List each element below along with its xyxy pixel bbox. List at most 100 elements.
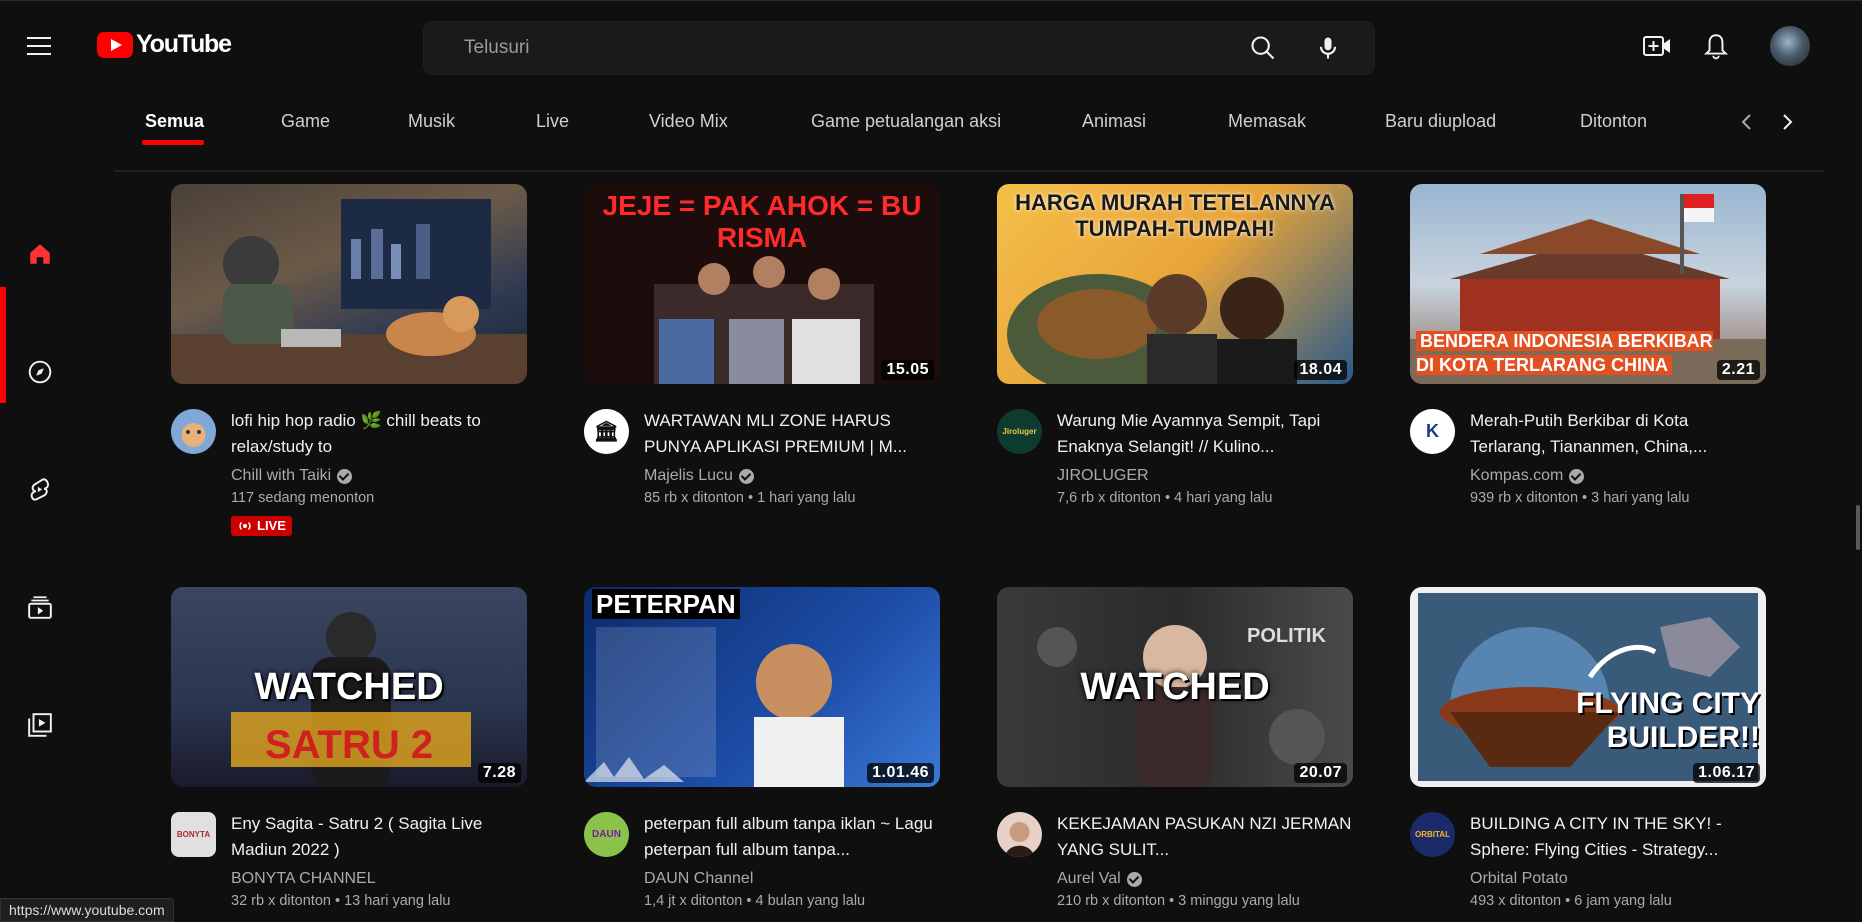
scrollbar-thumb[interactable] <box>1856 505 1860 550</box>
video-meta: 7,6 rb x ditonton • 4 hari yang lalu <box>1057 490 1273 506</box>
thumbnail-caption: FLYING CITY BUILDER!! <box>1576 687 1760 754</box>
notification-bell-icon[interactable] <box>1703 32 1729 65</box>
sidebar-item-explore[interactable] <box>0 342 79 402</box>
chips-divider <box>114 170 1824 172</box>
explore-icon <box>28 360 51 384</box>
channel-name-text: Kompas.com <box>1470 467 1564 484</box>
search-icon[interactable] <box>1249 34 1277 62</box>
channel-name[interactable]: Chill with Taiki <box>231 467 353 485</box>
live-label: LIVE <box>257 518 286 533</box>
channel-name-text: DAUN Channel <box>644 870 754 887</box>
watched-overlay: WATCHED <box>1080 665 1270 708</box>
verified-icon <box>1569 468 1585 484</box>
shorts-icon <box>30 478 49 501</box>
account-avatar[interactable] <box>1770 26 1810 66</box>
library-icon <box>27 713 52 737</box>
live-broadcast-icon <box>239 522 251 530</box>
live-badge: LIVE <box>231 516 292 536</box>
video-title[interactable]: peterpan full album tanpa iklan ~ Lagu p… <box>644 811 940 863</box>
channel-avatar[interactable]: K <box>1410 409 1455 454</box>
channel-name[interactable]: DAUN Channel <box>644 870 753 888</box>
channel-avatar[interactable]: ORBITAL <box>1410 812 1455 857</box>
thumbnail-art <box>171 199 527 384</box>
verified-icon <box>1126 871 1142 887</box>
thumbnail-caption-text: BENDERA INDONESIA BERKIBAR DI KOTA TERLA… <box>1416 331 1713 375</box>
subscriptions-icon <box>27 596 52 619</box>
channel-avatar[interactable]: Jiroluger <box>997 409 1042 454</box>
video-title[interactable]: Eny Sagita - Satru 2 ( Sagita Live Madiu… <box>231 811 527 863</box>
video-thumbnail[interactable] <box>171 184 527 384</box>
search-input[interactable] <box>424 22 1184 74</box>
chip-scroll-left-icon[interactable] <box>1735 110 1759 134</box>
video-thumbnail[interactable]: BENDERA INDONESIA BERKIBAR DI KOTA TERLA… <box>1410 184 1766 384</box>
sidebar-item-subscriptions[interactable] <box>0 577 79 637</box>
channel-name[interactable]: Majelis Lucu <box>644 467 754 485</box>
video-duration: 15.05 <box>881 360 934 380</box>
sidebar <box>0 92 79 922</box>
channel-name[interactable]: Orbital Potato <box>1470 870 1568 888</box>
video-thumbnail[interactable]: PETERPAN 1.01.46 <box>584 587 940 787</box>
search-bar <box>423 21 1375 75</box>
create-video-icon[interactable] <box>1642 33 1672 64</box>
channel-name-text: Chill with Taiki <box>231 467 332 484</box>
chip-video-mix[interactable]: Video Mix <box>649 100 728 142</box>
youtube-logo[interactable]: YouTube <box>97 30 232 59</box>
channel-avatar[interactable]: 🏛 <box>584 409 629 454</box>
channel-avatar[interactable] <box>997 812 1042 857</box>
chip-animasi[interactable]: Animasi <box>1082 100 1146 142</box>
video-title[interactable]: lofi hip hop radio 🌿 chill beats to rela… <box>231 408 527 460</box>
video-thumbnail[interactable]: POLITIK WATCHED 20.07 <box>997 587 1353 787</box>
video-thumbnail[interactable]: HARGA MURAH TETELANNYA TUMPAH-TUMPAH! 18… <box>997 184 1353 384</box>
thumbnail-caption: BENDERA INDONESIA BERKIBAR DI KOTA TERLA… <box>1416 329 1716 377</box>
channel-name[interactable]: Kompas.com <box>1470 467 1585 485</box>
home-icon <box>29 244 50 264</box>
chip-live[interactable]: Live <box>536 100 569 142</box>
video-meta: 939 rb x ditonton • 3 hari yang lalu <box>1470 490 1690 506</box>
channel-name-text: Majelis Lucu <box>644 467 733 484</box>
channel-avatar[interactable]: BONYTA <box>171 812 216 857</box>
chip-active-underline <box>142 140 204 145</box>
video-meta: 210 rb x ditonton • 3 minggu yang lalu <box>1057 893 1300 909</box>
microphone-icon[interactable] <box>1314 34 1342 62</box>
channel-name-text: Aurel Val <box>1057 870 1121 887</box>
chip-musik[interactable]: Musik <box>408 100 455 142</box>
thumbnail-caption: JEJE = PAK AHOK = BU RISMA <box>602 190 922 253</box>
chip-memasak[interactable]: Memasak <box>1228 100 1306 142</box>
chip-scroll-right-icon[interactable] <box>1775 110 1799 134</box>
video-thumbnail[interactable]: JEJE = PAK AHOK = BU RISMA 15.05 <box>584 184 940 384</box>
video-title[interactable]: WARTAWAN MLI ZONE HARUS PUNYA APLIKASI P… <box>644 408 940 460</box>
video-duration: 1.06.17 <box>1693 763 1760 783</box>
chip-baru-diupload[interactable]: Baru diupload <box>1385 100 1496 142</box>
video-meta: 32 rb x ditonton • 13 hari yang lalu <box>231 893 451 909</box>
thumbnail-caption: HARGA MURAH TETELANNYA TUMPAH-TUMPAH! <box>1015 190 1335 241</box>
video-thumbnail[interactable]: FLYING CITY BUILDER!! 1.06.17 <box>1410 587 1766 787</box>
video-duration: 7.28 <box>477 763 521 783</box>
channel-name[interactable]: BONYTA CHANNEL <box>231 870 376 888</box>
video-meta: 85 rb x ditonton • 1 hari yang lalu <box>644 490 856 506</box>
menu-icon[interactable] <box>22 31 56 61</box>
chip-game-petualangan-aksi[interactable]: Game petualangan aksi <box>811 100 1001 142</box>
video-duration: 2.21 <box>1716 360 1760 380</box>
chip-ditonton[interactable]: Ditonton <box>1580 100 1647 142</box>
video-meta: 1,4 jt x ditonton • 4 bulan yang lalu <box>644 893 866 909</box>
status-bar-url: https://www.youtube.com <box>0 898 174 922</box>
channel-avatar[interactable] <box>171 409 216 454</box>
video-title[interactable]: BUILDING A CITY IN THE SKY! - Sphere: Fl… <box>1470 811 1766 863</box>
video-meta: 117 sedang menonton <box>231 490 375 506</box>
channel-name[interactable]: JIROLUGER <box>1057 467 1149 485</box>
video-title[interactable]: Merah-Putih Berkibar di Kota Terlarang, … <box>1470 408 1766 460</box>
chip-semua[interactable]: Semua <box>145 100 204 142</box>
category-chips: Semua Game Musik Live Video Mix Game pet… <box>145 100 1745 146</box>
sidebar-item-shorts[interactable] <box>0 460 79 520</box>
channel-name[interactable]: Aurel Val <box>1057 870 1142 888</box>
sidebar-item-library[interactable] <box>0 695 79 755</box>
video-title[interactable]: Warung Mie Ayamnya Sempit, Tapi Enaknya … <box>1057 408 1353 460</box>
chip-game[interactable]: Game <box>281 100 330 142</box>
video-duration: 20.07 <box>1294 763 1347 783</box>
video-thumbnail[interactable]: SATRU 2 WATCHED 7.28 <box>171 587 527 787</box>
video-duration: 18.04 <box>1294 360 1347 380</box>
video-title[interactable]: KEKEJAMAN PASUKAN NZI JERMAN YANG SULIT.… <box>1057 811 1353 863</box>
watched-overlay: WATCHED <box>254 665 444 708</box>
sidebar-item-home[interactable] <box>0 224 79 284</box>
channel-avatar[interactable]: DAUN <box>584 812 629 857</box>
